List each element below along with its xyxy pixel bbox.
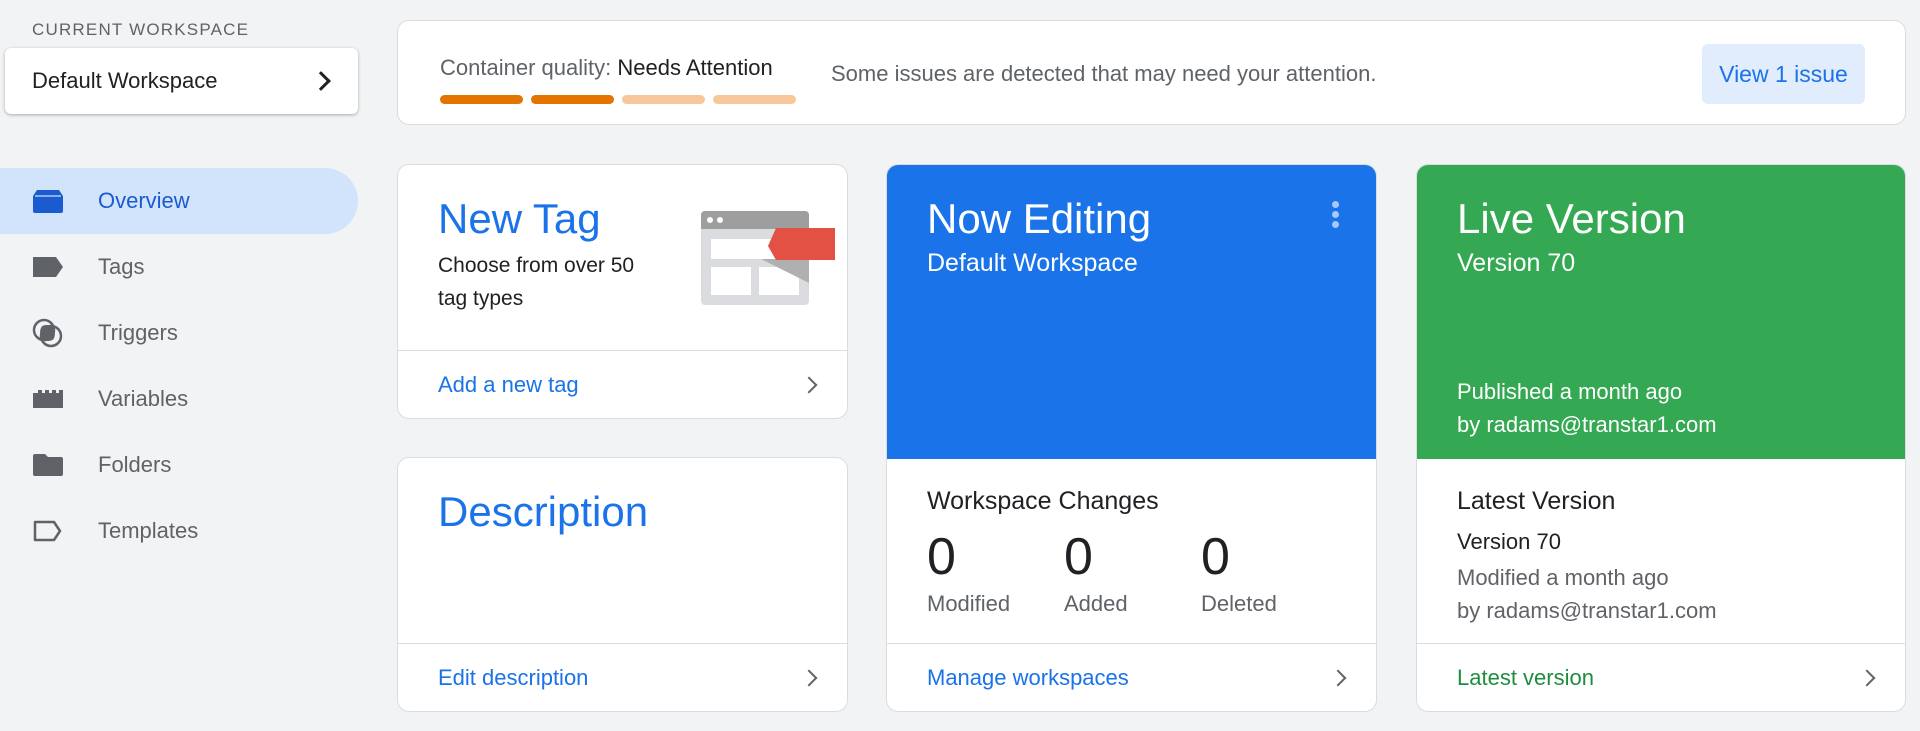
template-icon <box>32 517 64 545</box>
sidebar-item-label: Folders <box>98 452 172 477</box>
sidebar-item-templates[interactable]: Templates <box>0 498 358 564</box>
latest-modified: Modified a month ago <box>1457 565 1669 590</box>
latest-version-meta: Modified a month ago by radams@transtar1… <box>1457 561 1717 627</box>
quality-message: Some issues are detected that may need y… <box>831 61 1377 86</box>
workspace-selector[interactable]: Default Workspace <box>5 48 358 114</box>
latest-version-link[interactable]: Latest version <box>1417 643 1905 711</box>
chevron-right-icon <box>1858 669 1876 686</box>
published-time: Published a month ago <box>1457 379 1683 404</box>
quality-segment <box>440 95 523 104</box>
now-editing-card: Now Editing Default Workspace Workspace … <box>886 164 1377 712</box>
sidebar-nav: Overview Tags Triggers Variables Folders… <box>0 168 358 564</box>
sidebar-item-label: Overview <box>98 188 190 213</box>
manage-workspaces-link[interactable]: Manage workspaces <box>887 643 1376 711</box>
workspace-changes-stats: 0 Modified 0 Added 0 Deleted <box>927 529 1338 617</box>
sidebar-item-triggers[interactable]: Triggers <box>0 300 358 366</box>
folder-icon <box>32 451 64 479</box>
chevron-right-icon <box>1329 669 1347 686</box>
container-quality-banner: Container quality: Needs Attention Some … <box>397 20 1906 125</box>
live-version-title: Live Version <box>1457 195 1686 242</box>
now-editing-title: Now Editing <box>927 195 1152 242</box>
sidebar-item-label: Variables <box>98 386 189 411</box>
quality-segment <box>531 95 614 104</box>
quality-label: Container quality: <box>440 55 612 80</box>
stat-value: 0 <box>927 528 956 586</box>
stat-deleted: 0 Deleted <box>1201 529 1338 617</box>
quality-title: Container quality: Needs Attention <box>440 55 773 81</box>
now-editing-workspace: Default Workspace <box>927 249 1138 277</box>
chevron-right-icon <box>311 71 331 91</box>
edit-description-link[interactable]: Edit description <box>398 643 847 711</box>
stat-label: Modified <box>927 591 1011 616</box>
chevron-right-icon <box>800 376 818 393</box>
stat-label: Added <box>1064 591 1128 616</box>
sidebar-item-label: Triggers <box>98 320 178 345</box>
sidebar-item-tags[interactable]: Tags <box>0 234 358 300</box>
variable-icon <box>32 385 64 413</box>
workspace-changes-title: Workspace Changes <box>927 487 1159 515</box>
stat-value: 0 <box>1064 528 1093 586</box>
stat-value: 0 <box>1201 528 1230 586</box>
live-version-header: Live Version Version 70 Published a mont… <box>1417 165 1905 459</box>
quality-segment <box>713 95 796 104</box>
live-version-number: Version 70 <box>1457 249 1576 277</box>
sidebar-item-folders[interactable]: Folders <box>0 432 358 498</box>
now-editing-header: Now Editing Default Workspace <box>887 165 1376 459</box>
add-new-tag-link[interactable]: Add a new tag <box>398 350 847 418</box>
latest-by: by radams@transtar1.com <box>1457 598 1717 623</box>
stat-added: 0 Added <box>1064 529 1201 617</box>
overview-icon <box>32 187 64 215</box>
trigger-icon <box>32 318 64 348</box>
latest-version-number: Version 70 <box>1457 529 1561 554</box>
description-card: Description Edit description <box>397 457 848 712</box>
live-version-published: Published a month ago by radams@transtar… <box>1457 375 1717 441</box>
sidebar-item-label: Templates <box>98 518 199 543</box>
chevron-right-icon <box>800 669 818 686</box>
new-tag-title: New Tag <box>438 195 601 242</box>
description-title: Description <box>438 488 649 535</box>
add-new-tag-label: Add a new tag <box>438 371 579 397</box>
tag-illustration-icon <box>701 211 837 312</box>
sidebar-item-variables[interactable]: Variables <box>0 366 358 432</box>
workspace-name: Default Workspace <box>32 68 218 93</box>
quality-meter <box>440 95 796 104</box>
edit-description-label: Edit description <box>438 664 589 690</box>
published-by: by radams@transtar1.com <box>1457 412 1717 437</box>
tag-icon <box>32 253 64 281</box>
new-tag-card[interactable]: New Tag Choose from over 50 tag types Ad… <box>397 164 848 419</box>
new-tag-subtitle: Choose from over 50 tag types <box>438 254 635 310</box>
manage-workspaces-label: Manage workspaces <box>927 664 1129 690</box>
latest-version-label: Latest version <box>1457 664 1594 690</box>
more-options-icon[interactable] <box>1332 201 1340 228</box>
stat-modified: 0 Modified <box>927 529 1064 617</box>
live-version-card: Live Version Version 70 Published a mont… <box>1416 164 1906 712</box>
current-workspace-label: CURRENT WORKSPACE <box>32 20 250 39</box>
latest-version-title: Latest Version <box>1457 487 1616 515</box>
stat-label: Deleted <box>1201 591 1277 616</box>
view-issues-button[interactable]: View 1 issue <box>1702 44 1865 104</box>
quality-status: Needs Attention <box>617 55 773 80</box>
sidebar-item-overview[interactable]: Overview <box>0 168 358 234</box>
sidebar-item-label: Tags <box>98 254 145 279</box>
quality-segment <box>622 95 705 104</box>
